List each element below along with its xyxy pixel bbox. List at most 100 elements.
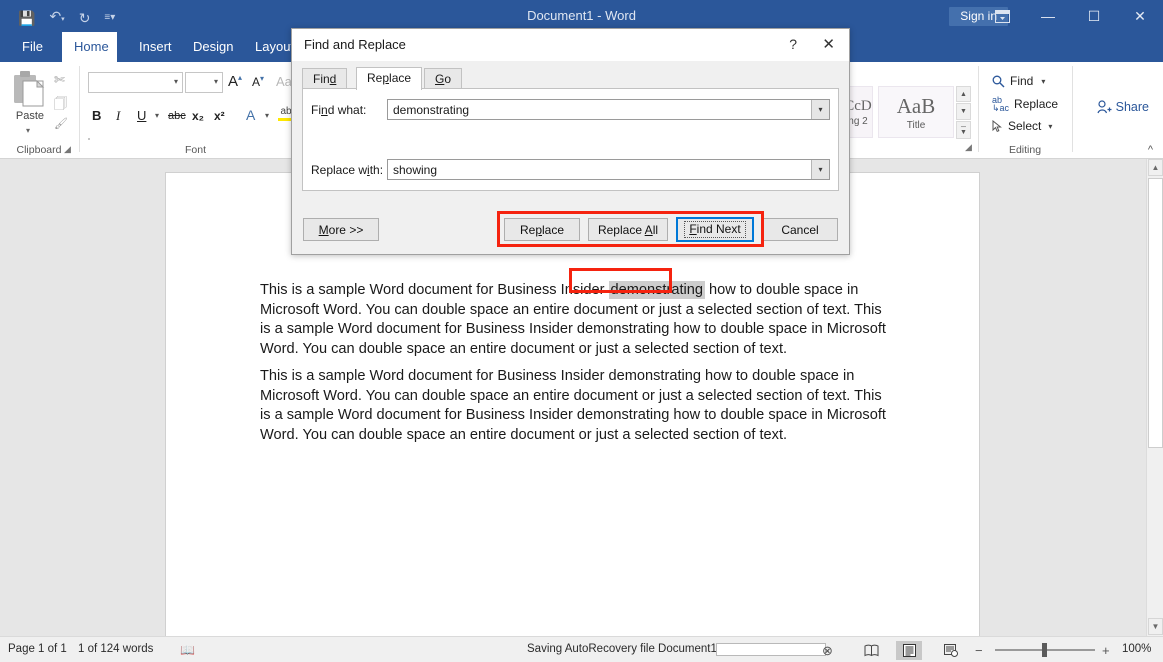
find-button[interactable]: Find ▾	[992, 74, 1045, 88]
cancel-button[interactable]: Cancel	[762, 218, 838, 241]
cursor-arrow-icon	[992, 119, 1002, 132]
word-count[interactable]: 1 of 124 words	[78, 643, 153, 655]
page-indicator[interactable]: Page 1 of 1	[8, 643, 67, 655]
read-mode-icon[interactable]	[858, 641, 884, 660]
zoom-in-button[interactable]: +	[1102, 643, 1110, 658]
selected-word-highlight[interactable]: demonstrating	[608, 281, 705, 299]
web-layout-icon[interactable]	[938, 641, 964, 660]
replace-with-input[interactable]: showing ▾	[387, 159, 830, 180]
find-label: Find	[1010, 74, 1034, 88]
more-button[interactable]: More >>	[303, 218, 379, 241]
tab-insert[interactable]: Insert	[127, 32, 173, 62]
replace-ab-ac-icon: ab ↳ac	[992, 95, 1010, 113]
find-what-label: Find what:	[311, 103, 367, 117]
proofing-icon[interactable]: 📖	[180, 643, 195, 657]
paste-label: Paste	[15, 110, 45, 122]
share-button[interactable]: Share	[1097, 100, 1149, 114]
tab-design[interactable]: Design	[181, 32, 233, 62]
replace-label: Replace	[1014, 97, 1059, 111]
maximize-button[interactable]: ☐	[1071, 0, 1117, 32]
dialog-title-bar: Find and Replace ? ✕	[292, 29, 849, 61]
italic-button[interactable]: I	[116, 108, 120, 124]
dialog-title: Find and Replace	[304, 37, 406, 52]
font-size-input[interactable]: ▾	[185, 72, 223, 93]
chevron-down-icon[interactable]: ▾	[1041, 77, 1045, 86]
styles-more-button[interactable]: ─ ▼	[956, 121, 971, 139]
cut-icon[interactable]: ✄	[54, 72, 65, 88]
strikethrough-button[interactable]: abc	[168, 110, 186, 122]
cancel-save-icon[interactable]: ⊗	[822, 643, 833, 659]
scrollbar-thumb[interactable]	[1148, 178, 1163, 448]
underline-button[interactable]: U	[137, 108, 146, 123]
font-family-input[interactable]: ▾	[88, 72, 183, 93]
dialog-tab-find[interactable]: Find	[302, 68, 348, 90]
tab-layout[interactable]: Layout	[243, 32, 295, 62]
chevron-down-icon[interactable]: ▾	[811, 160, 829, 179]
shrink-font-button[interactable]: A▾	[252, 74, 264, 89]
scroll-up-arrow-icon[interactable]: ▲	[1148, 159, 1163, 176]
superscript-button[interactable]: x²	[214, 109, 225, 123]
chevron-down-icon[interactable]: ▾	[1048, 122, 1052, 131]
styles-scroll-down-button[interactable]: ▼	[956, 103, 971, 120]
collapse-ribbon-button[interactable]: ^	[1148, 144, 1153, 156]
chevron-down-icon[interactable]: ▾	[811, 100, 829, 119]
grow-font-button[interactable]: A▴	[228, 73, 242, 90]
document-paragraph-2[interactable]: This is a sample Word document for Busin…	[260, 367, 888, 445]
styles-dialog-launcher-icon[interactable]: ◢	[965, 142, 972, 153]
share-person-icon	[1097, 100, 1112, 114]
replace-button[interactable]: Replace	[504, 218, 580, 241]
copy-icon[interactable]: 🗍	[54, 95, 67, 117]
close-button[interactable]: ✕	[1117, 0, 1163, 32]
window-controls[interactable]: — ☐ ✕	[979, 0, 1163, 32]
format-painter-icon[interactable]: 🖌	[54, 117, 68, 130]
bold-button[interactable]: B	[92, 108, 101, 123]
select-label: Select	[1008, 119, 1042, 133]
underline-dropdown-caret-icon[interactable]: ▾	[155, 111, 159, 120]
chevron-down-icon[interactable]: ▾	[214, 77, 218, 86]
text-highlight-label: ab	[280, 106, 292, 117]
font-group-anchor	[88, 138, 90, 140]
autorecovery-status: Saving AutoRecovery file Document1:	[527, 643, 721, 655]
zoom-slider-thumb[interactable]	[1042, 643, 1047, 657]
replace-all-button[interactable]: Replace All	[588, 218, 668, 241]
group-separator	[79, 66, 80, 152]
ribbon-display-options-icon[interactable]	[979, 0, 1025, 32]
paste-dropdown-caret-icon[interactable]: ▾	[26, 126, 30, 135]
select-button[interactable]: Select ▾	[992, 119, 1052, 133]
subscript-button[interactable]: x₂	[192, 109, 204, 123]
zoom-out-button[interactable]: −	[975, 643, 983, 658]
text-color-label: A	[246, 107, 256, 123]
styles-scroll-up-button[interactable]: ▲	[956, 86, 971, 102]
replace-with-value: showing	[393, 163, 438, 177]
dialog-tab-replace[interactable]: Replace	[356, 67, 423, 90]
text-color-dropdown-caret-icon[interactable]: ▾	[265, 111, 269, 120]
text-color-button[interactable]: A	[246, 107, 255, 123]
print-layout-icon[interactable]	[896, 641, 922, 660]
style-name-partial: ng 2	[848, 115, 868, 127]
find-next-button[interactable]: Find Next	[676, 217, 754, 242]
group-label-editing: Editing	[1008, 144, 1042, 156]
find-and-replace-dialog[interactable]: Find and Replace ? ✕ Find Replace Go To …	[291, 28, 850, 255]
vertical-scrollbar[interactable]: ▲ ▼	[1146, 159, 1163, 636]
help-icon[interactable]: ?	[789, 36, 797, 52]
replace-with-label: Replace with:	[311, 163, 384, 177]
dialog-content-panel: Find what: demonstrating ▾ Replace with:…	[302, 88, 839, 191]
paste-icon[interactable]	[12, 70, 46, 108]
style-card-title[interactable]: AaB Title	[878, 86, 954, 138]
find-what-input[interactable]: demonstrating ▾	[387, 99, 830, 120]
chevron-down-icon[interactable]: ▾	[174, 77, 178, 86]
scroll-down-arrow-icon[interactable]: ▼	[1148, 618, 1163, 635]
change-case-button[interactable]: Aa	[276, 74, 292, 89]
minimize-button[interactable]: —	[1025, 0, 1071, 32]
group-separator	[1072, 66, 1073, 152]
document-paragraph-1[interactable]: This is a sample Word document for Busin…	[260, 281, 888, 359]
status-bar: Page 1 of 1 1 of 124 words 📖 Saving Auto…	[0, 636, 1163, 662]
autorecovery-progress-bar	[716, 643, 826, 656]
tab-home[interactable]: Home	[62, 32, 117, 62]
dialog-tab-goto[interactable]: Go To	[424, 68, 463, 107]
clipboard-dialog-launcher-icon[interactable]: ◢	[64, 144, 71, 155]
zoom-level[interactable]: 100%	[1122, 643, 1151, 655]
dialog-close-icon[interactable]: ✕	[822, 35, 835, 53]
tab-file[interactable]: File	[10, 32, 48, 62]
replace-button[interactable]: ab ↳ac Replace	[992, 95, 1059, 113]
